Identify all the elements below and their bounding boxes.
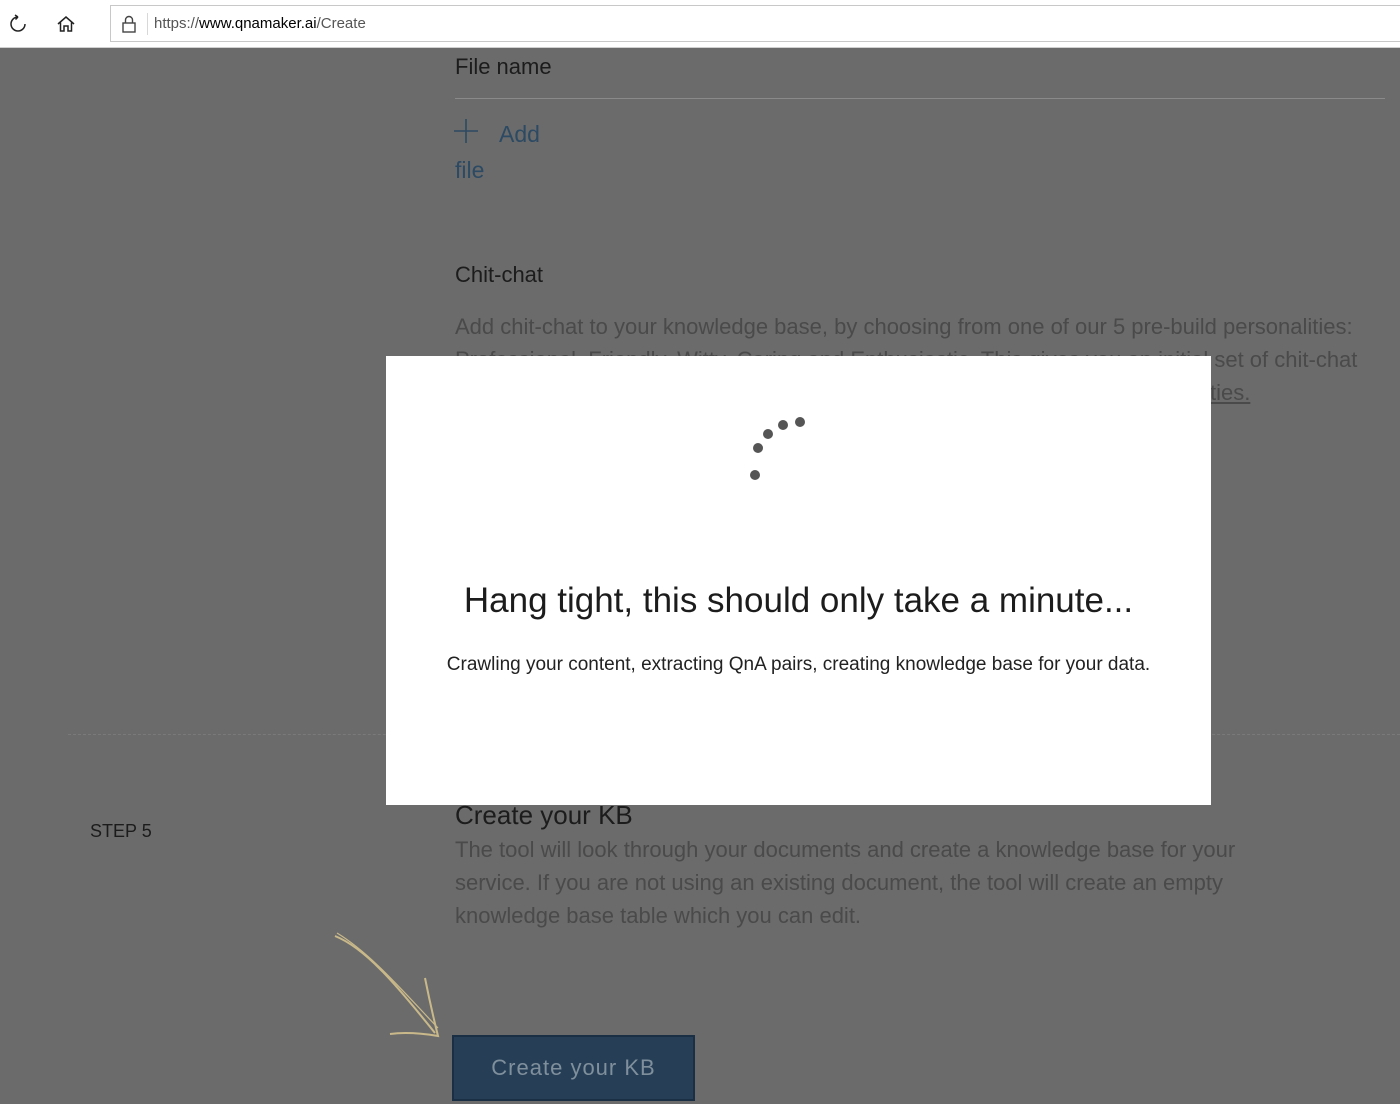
url-host: www.qnamaker.ai	[199, 15, 317, 32]
table-divider	[455, 98, 1385, 99]
lock-icon	[122, 15, 136, 33]
step-label: STEP 5	[90, 821, 152, 841]
address-divider	[147, 13, 148, 35]
create-kb-button[interactable]: Create your KB	[452, 1035, 695, 1101]
personalities-link[interactable]: ties.	[1210, 380, 1250, 405]
url-text: https://www.qnamaker.ai/Create	[154, 15, 366, 32]
home-button[interactable]	[50, 8, 82, 40]
dialog-title: Hang tight, this should only take a minu…	[463, 581, 1134, 620]
home-icon	[57, 16, 75, 32]
loading-dialog: Hang tight, this should only take a minu…	[386, 356, 1211, 805]
url-path: /Create	[316, 15, 366, 32]
loading-spinner-icon	[750, 417, 805, 480]
refresh-icon	[10, 14, 26, 32]
chit-chat-title: Chit-chat	[455, 262, 544, 287]
add-file-link-text[interactable]: file	[455, 157, 484, 184]
create-kb-description: The tool will look through your document…	[455, 837, 1236, 928]
browser-toolbar: https://www.qnamaker.ai/Create	[0, 0, 1400, 48]
dialog-subtitle: Crawling your content, extracting QnA pa…	[446, 654, 1151, 675]
add-file-link[interactable]: Add	[499, 121, 540, 148]
url-protocol: https://	[154, 15, 200, 32]
plus-icon[interactable]	[453, 118, 479, 144]
file-name-header: File name	[455, 54, 552, 79]
refresh-button[interactable]	[2, 8, 34, 40]
annotation-arrow-icon	[334, 932, 440, 1038]
chit-chat-line-1: Add chit-chat to your knowledge base, by…	[455, 314, 1353, 339]
address-bar[interactable]: https://www.qnamaker.ai/Create	[110, 5, 1400, 42]
